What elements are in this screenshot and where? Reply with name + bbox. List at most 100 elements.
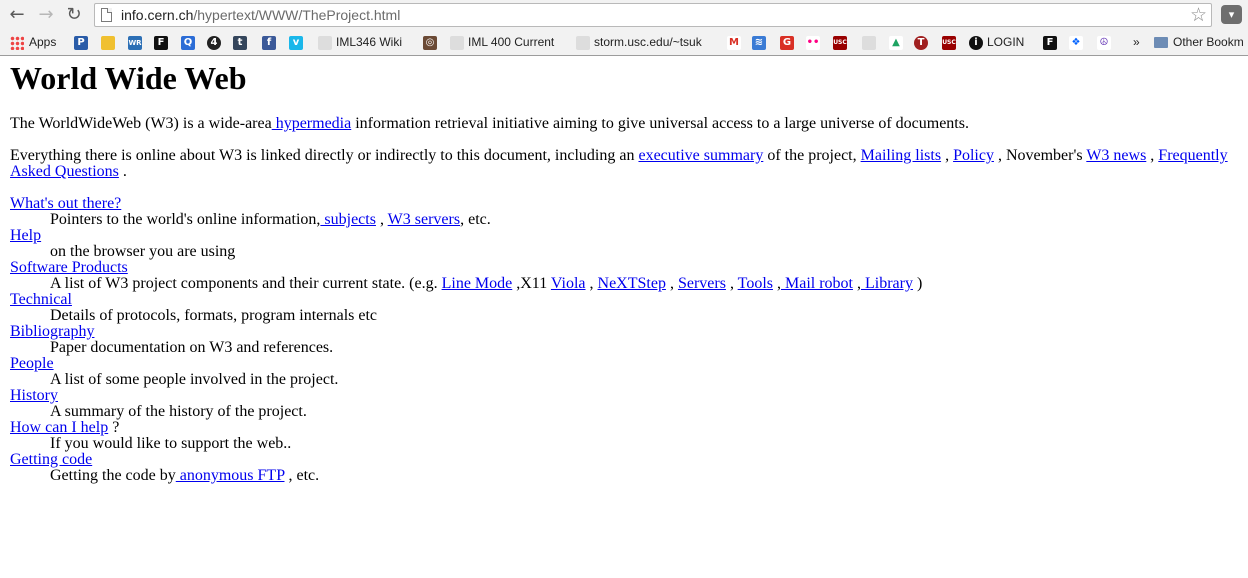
url-path: /hypertext/WWW/TheProject.html	[193, 7, 401, 23]
flickr-icon: ••	[806, 35, 820, 50]
bookmark-other-bookm[interactable]: Other Bookm	[1154, 33, 1244, 51]
url-host: info.cern.ch	[121, 7, 194, 23]
topic-link-help[interactable]: Help	[10, 227, 41, 244]
address-bar[interactable]: info.cern.ch/hypertext/WWW/TheProject.ht…	[94, 3, 1212, 27]
desc-text: Paper documentation on W3 and references…	[50, 339, 334, 356]
topic-link-history[interactable]: History	[10, 387, 58, 404]
bookmark-q[interactable]: Q	[181, 33, 199, 51]
f-icon: F	[1043, 35, 1057, 50]
drive-icon: ▲	[889, 35, 903, 50]
overview-text: of the project,	[763, 147, 861, 164]
bookmark-star-icon[interactable]: ☆	[1190, 4, 1207, 26]
url-text[interactable]: info.cern.ch/hypertext/WWW/TheProject.ht…	[121, 7, 400, 23]
apple-icon	[576, 35, 590, 50]
hypermedia-link[interactable]: hypermedia	[272, 115, 352, 132]
folder-icon	[1154, 37, 1168, 49]
desc-text: If you would like to support the web..	[50, 435, 292, 452]
desc-text: on the browser you are using	[50, 243, 236, 260]
bookmark-t-circle[interactable]: T	[914, 33, 932, 51]
bookmark-drive[interactable]: ▲	[889, 33, 907, 51]
usc-icon: USC	[942, 35, 956, 50]
topic-list: What's out there? Pointers to the world's…	[10, 196, 922, 484]
bookmark-[interactable]: »	[1133, 33, 1140, 51]
desc-link-w3-servers[interactable]: W3 servers	[388, 211, 460, 228]
desc-text: ,	[852, 275, 861, 292]
browser-menu-icon[interactable]: ▾	[1221, 5, 1242, 24]
bookmark-flickr[interactable]: ••	[806, 33, 824, 51]
page-content: World Wide Web The WorldWideWeb (W3) is …	[10, 56, 1238, 484]
topic-term: Getting code	[10, 452, 922, 468]
apple-icon	[862, 35, 876, 50]
topic-link-what-s-out-there[interactable]: What's out there?	[10, 195, 121, 212]
topic-link-people[interactable]: People	[10, 355, 54, 372]
policy-link[interactable]: Policy	[953, 147, 994, 164]
bookmark-instagram[interactable]: ◎	[423, 33, 441, 51]
desc-link-anonymous-ftp[interactable]: anonymous FTP	[176, 467, 285, 484]
bookmark-vimeo[interactable]: v	[289, 33, 307, 51]
bookmark-storm-usc-edu-tsuk[interactable]: storm.usc.edu/~tsuk	[576, 33, 702, 51]
bookmark-f[interactable]: F	[154, 33, 172, 51]
topic-link-how-can-i-help[interactable]: How can I help	[10, 419, 108, 436]
desc-text: A list of some people involved in the pr…	[50, 371, 339, 388]
forward-arrow-icon[interactable]: →	[35, 4, 57, 26]
tumblr-icon: t	[233, 35, 247, 50]
bookmark-peace[interactable]: ☮	[1097, 33, 1115, 51]
topic-description: A list of some people involved in the pr…	[50, 372, 922, 388]
topic-term: Software Products	[10, 260, 922, 276]
desc-link-library[interactable]: Library	[861, 275, 913, 292]
bookmark-usc[interactable]: USC	[942, 33, 960, 51]
topic-term: How can I help ?	[10, 420, 922, 436]
bookmark-red-g[interactable]: G	[780, 33, 798, 51]
desc-text: A summary of the history of the project.	[50, 403, 307, 420]
bookmark-apple[interactable]	[862, 33, 880, 51]
red-g-icon: G	[780, 35, 794, 50]
bookmark-label: Apps	[29, 35, 57, 49]
executive-summary-link[interactable]: executive summary	[638, 147, 763, 164]
desc-link-nextstep[interactable]: NeXTStep	[598, 275, 666, 292]
topic-link-software-products[interactable]: Software Products	[10, 259, 128, 276]
reload-icon[interactable]: ↻	[63, 4, 85, 26]
overview-text: Everything there is online about W3 is l…	[10, 147, 639, 164]
overview-text: ,	[1146, 147, 1159, 164]
bookmark-login[interactable]: i LOGIN	[969, 33, 1024, 51]
bookmark-iml346-wiki[interactable]: IML346 Wiki	[318, 33, 402, 51]
instagram-icon: ◎	[423, 35, 437, 50]
w3-news-link[interactable]: W3 news	[1086, 147, 1146, 164]
desc-text: ,	[375, 211, 388, 228]
bookmark-four[interactable]: 4	[207, 33, 225, 51]
bookmark-usc[interactable]: USC	[833, 33, 851, 51]
t-circle-icon: T	[914, 35, 928, 50]
topic-link-getting-code[interactable]: Getting code	[10, 451, 92, 468]
desc-link-tools[interactable]: Tools	[738, 275, 773, 292]
bookmark-sticky[interactable]	[101, 33, 119, 51]
desc-link-mail-robot[interactable]: Mail robot	[781, 275, 853, 292]
bookmark-p[interactable]: P	[74, 33, 92, 51]
bookmark-iml-400-current[interactable]: IML 400 Current	[450, 33, 554, 51]
apple-icon	[450, 35, 464, 50]
desc-link-viola[interactable]: Viola	[551, 275, 586, 292]
browser-chrome: ← → ↻ info.cern.ch/hypertext/WWW/TheProj…	[0, 0, 1248, 56]
q-icon: Q	[181, 35, 195, 50]
desc-link-line-mode[interactable]: Line Mode	[442, 275, 513, 292]
bookmark-wr[interactable]: WR	[128, 33, 146, 51]
page-icon	[101, 8, 112, 22]
bookmark-tumblr[interactable]: t	[233, 33, 251, 51]
topic-link-bibliography[interactable]: Bibliography	[10, 323, 94, 340]
bookmark-gmail[interactable]: M	[727, 33, 745, 51]
desc-link-subjects[interactable]: subjects	[320, 211, 376, 228]
p-icon: P	[74, 35, 88, 50]
bookmark-apps[interactable]: Apps	[10, 33, 56, 51]
desc-link-servers[interactable]: Servers	[678, 275, 726, 292]
mailing-lists-link[interactable]: Mailing lists	[861, 147, 941, 164]
bookmark-dropbox[interactable]: ❖	[1069, 33, 1087, 51]
overview-text: ,	[941, 147, 954, 164]
bookmark-f[interactable]: F	[1043, 33, 1061, 51]
info-icon: i	[969, 35, 983, 50]
topic-description: on the browser you are using	[50, 244, 922, 260]
feed-icon: ≋	[752, 35, 766, 50]
topic-link-technical[interactable]: Technical	[10, 291, 72, 308]
topic-description: A list of W3 project components and thei…	[50, 276, 922, 292]
bookmark-feed[interactable]: ≋	[752, 33, 770, 51]
back-arrow-icon[interactable]: ←	[6, 4, 28, 26]
bookmark-facebook[interactable]: f	[262, 33, 280, 51]
